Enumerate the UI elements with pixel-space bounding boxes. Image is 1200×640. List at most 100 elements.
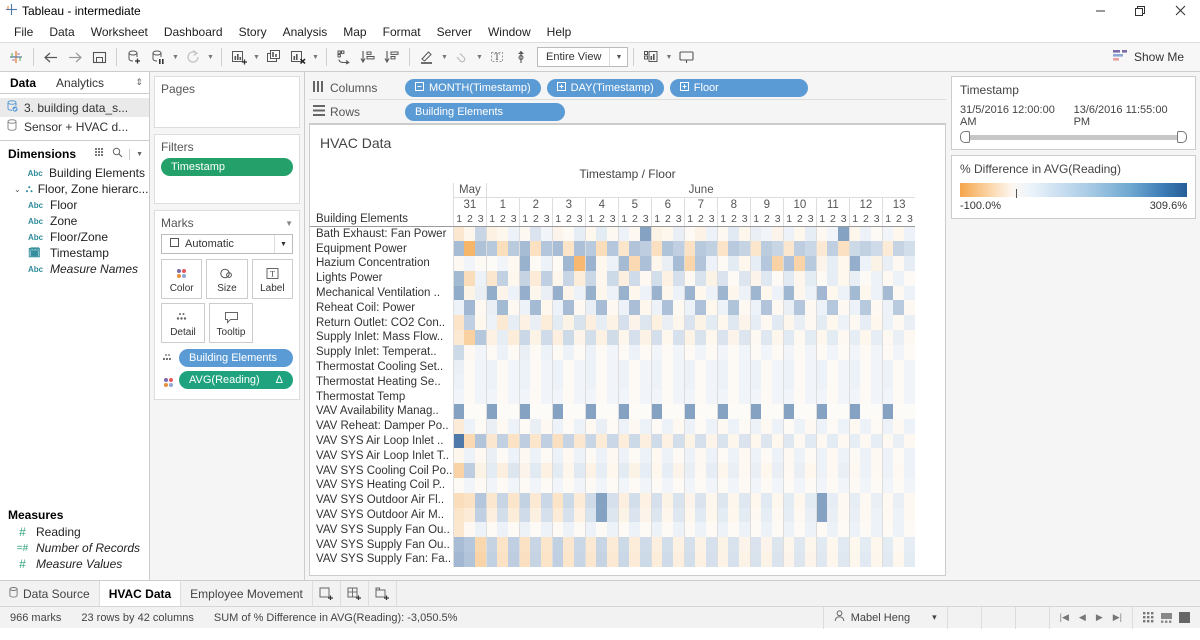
heatmap-cell[interactable] (838, 270, 850, 286)
heatmap-cell[interactable] (618, 241, 630, 257)
heatmap-cell[interactable] (739, 418, 751, 434)
marks-card-color[interactable]: Color (161, 259, 203, 299)
heatmap-cell[interactable] (849, 433, 861, 449)
heatmap-row[interactable]: VAV Availability Manag.. (310, 404, 916, 419)
heatmap-cell[interactable] (519, 270, 531, 286)
show-cards-icon[interactable] (639, 45, 663, 69)
heatmap-floor-header[interactable]: 3 (871, 212, 883, 227)
group-caret-icon[interactable]: ▼ (474, 45, 485, 69)
heatmap-cell[interactable] (486, 507, 498, 523)
heatmap-floor-header[interactable]: 2 (662, 212, 674, 227)
heatmap-row[interactable]: Hazium Concentration (310, 256, 916, 271)
heatmap-cell[interactable] (827, 256, 839, 271)
heatmap-cell[interactable] (706, 552, 718, 567)
sort-descending-icon[interactable] (380, 45, 404, 69)
heatmap-cell[interactable] (739, 507, 751, 523)
heatmap-cell[interactable] (904, 492, 916, 508)
heatmap-cell[interactable] (585, 330, 597, 345)
heatmap-cell[interactable] (618, 330, 630, 345)
heatmap-cell[interactable] (871, 433, 883, 449)
heatmap-cell[interactable] (541, 285, 553, 301)
heatmap-cell[interactable] (728, 300, 740, 316)
heatmap-cell[interactable] (805, 418, 817, 434)
heatmap-cell[interactable] (607, 315, 619, 331)
heatmap-cell[interactable] (585, 315, 597, 331)
heatmap-row-label[interactable]: VAV SYS Outdoor Air Fl.. (310, 493, 453, 508)
heatmap-cell[interactable] (563, 285, 575, 301)
heatmap-cell[interactable] (607, 344, 619, 360)
tab-employee-movement[interactable]: Employee Movement (181, 581, 313, 606)
heatmap-cell[interactable] (882, 285, 894, 301)
slider-handle-right[interactable] (1177, 131, 1187, 143)
heatmap-cell[interactable] (728, 359, 740, 375)
heatmap-cell[interactable] (519, 418, 531, 434)
heatmap-day-header[interactable]: 12 (848, 197, 883, 212)
marks-card-detail[interactable]: Detail (161, 303, 205, 343)
heatmap-cell[interactable] (783, 389, 795, 405)
heatmap-cell[interactable] (607, 256, 619, 271)
heatmap-cell[interactable] (849, 478, 861, 493)
heatmap-cell[interactable] (750, 359, 762, 375)
heatmap-cell[interactable] (585, 492, 597, 508)
heatmap-floor-header[interactable]: 2 (563, 212, 575, 227)
heatmap-cell[interactable] (629, 478, 641, 493)
heatmap-cell[interactable] (827, 537, 839, 553)
heatmap-cell[interactable] (486, 389, 498, 405)
heatmap-cell[interactable] (508, 359, 520, 375)
plus-box-icon[interactable] (556, 81, 566, 94)
heatmap-cell[interactable] (684, 226, 696, 242)
heatmap-cell[interactable] (563, 359, 575, 375)
heatmap-row-label[interactable]: VAV Availability Manag.. (310, 404, 453, 419)
heatmap-cell[interactable] (706, 344, 718, 360)
heatmap-cell[interactable] (904, 404, 916, 419)
heatmap-day-header[interactable]: 6 (650, 197, 685, 212)
heatmap-cell[interactable] (838, 330, 850, 345)
show-me-button[interactable]: Show Me (1112, 49, 1196, 66)
heatmap-cell[interactable] (585, 359, 597, 375)
heatmap-cell[interactable] (882, 537, 894, 553)
heatmap-cell[interactable] (728, 404, 740, 419)
heatmap-cell[interactable] (706, 522, 718, 538)
heatmap-cell[interactable] (497, 256, 509, 271)
heatmap-cell[interactable] (739, 270, 751, 286)
heatmap-cell[interactable] (827, 507, 839, 523)
heatmap-cell[interactable] (453, 492, 465, 508)
heatmap-cell[interactable] (772, 359, 784, 375)
heatmap-cell[interactable] (519, 344, 531, 360)
heatmap-cell[interactable] (486, 256, 498, 271)
heatmap-cell[interactable] (772, 552, 784, 567)
heatmap-cell[interactable] (871, 478, 883, 493)
heatmap-cell[interactable] (706, 463, 718, 479)
heatmap-month-header[interactable]: June (485, 183, 916, 198)
heatmap-floor-header[interactable]: 3 (805, 212, 817, 227)
heatmap-floor-header[interactable]: 1 (650, 212, 663, 227)
heatmap-cell[interactable] (838, 507, 850, 523)
minus-box-icon[interactable] (415, 81, 424, 94)
heatmap-cell[interactable] (739, 537, 751, 553)
heatmap-cell[interactable] (486, 492, 498, 508)
heatmap-floor-header[interactable]: 3 (574, 212, 586, 227)
heatmap-cell[interactable] (651, 359, 663, 375)
heatmap-cell[interactable] (893, 359, 905, 375)
mark-type-selector[interactable]: Automatic ▼ (161, 234, 293, 254)
heatmap-cell[interactable] (684, 478, 696, 493)
heatmap-cell[interactable] (486, 433, 498, 449)
heatmap-cell[interactable] (552, 389, 564, 405)
tab-analytics[interactable]: Analytics (46, 74, 114, 92)
heatmap-cell[interactable] (651, 374, 663, 390)
heatmap-cell[interactable] (871, 241, 883, 257)
heatmap-cell[interactable] (893, 418, 905, 434)
heatmap-cell[interactable] (574, 478, 586, 493)
heatmap-floor-header[interactable]: 1 (848, 212, 861, 227)
heatmap-cell[interactable] (453, 448, 465, 464)
heatmap-cell[interactable] (706, 492, 718, 508)
heatmap-cell[interactable] (684, 507, 696, 523)
menu-window[interactable]: Window (480, 23, 539, 41)
heatmap-cell[interactable] (706, 478, 718, 493)
heatmap-cell[interactable] (739, 226, 751, 242)
heatmap-cell[interactable] (827, 270, 839, 286)
heatmap-floor-header[interactable]: 1 (881, 212, 894, 227)
heatmap-cell[interactable] (530, 300, 542, 316)
heatmap-cell[interactable] (882, 359, 894, 375)
heatmap-day-header[interactable]: 7 (683, 197, 718, 212)
